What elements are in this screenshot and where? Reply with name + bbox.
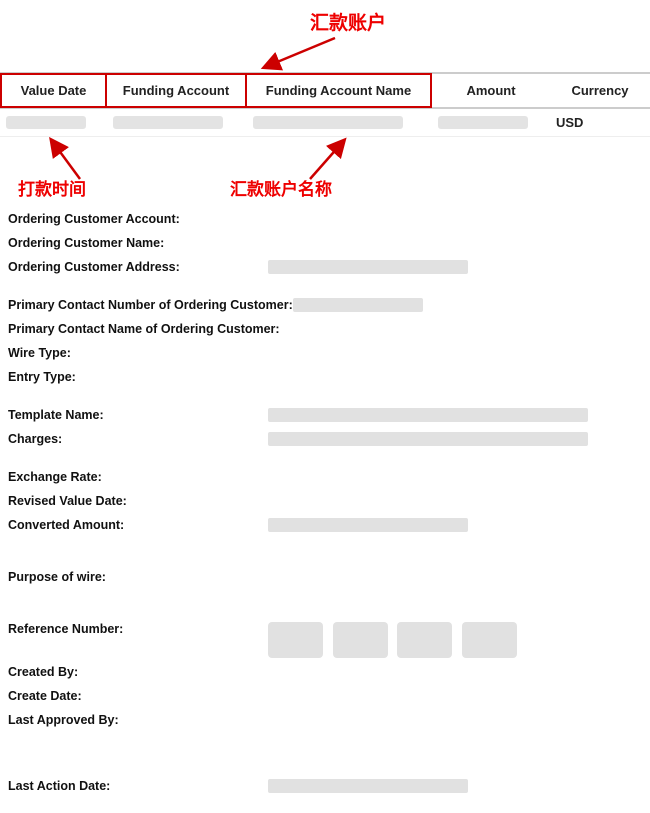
table-data-row: USD bbox=[0, 109, 650, 137]
field-wire-type: Wire Type: bbox=[8, 346, 642, 366]
field-created-by: Created By: bbox=[8, 665, 642, 685]
detail-section: Ordering Customer Account: Ordering Cust… bbox=[0, 202, 650, 813]
annotation-arrows-top bbox=[0, 0, 650, 72]
lower-annotation-left: 打款时间 bbox=[18, 175, 86, 200]
col-header-funding-account: Funding Account bbox=[107, 73, 247, 108]
field-primary-contact-number: Primary Contact Number of Ordering Custo… bbox=[8, 298, 642, 318]
col-header-value-date: Value Date bbox=[0, 73, 107, 108]
field-template-name: Template Name: bbox=[8, 408, 642, 428]
field-create-date: Create Date: bbox=[8, 689, 642, 709]
col-header-funding-account-name: Funding Account Name bbox=[247, 73, 432, 108]
field-exchange-rate: Exchange Rate: bbox=[8, 470, 642, 490]
cell-funding-account-name bbox=[247, 109, 432, 136]
col-header-currency: Currency bbox=[550, 73, 650, 108]
field-entry-type: Entry Type: bbox=[8, 370, 642, 390]
col-header-amount: Amount bbox=[432, 73, 550, 108]
field-reference-number: Reference Number: bbox=[8, 622, 642, 661]
field-charges: Charges: bbox=[8, 432, 642, 452]
field-last-approved-by: Last Approved By: bbox=[8, 713, 642, 733]
field-last-action-date: Last Action Date: bbox=[8, 779, 642, 799]
field-primary-contact-name: Primary Contact Name of Ordering Custome… bbox=[8, 322, 642, 342]
field-ordering-customer-account: Ordering Customer Account: bbox=[8, 212, 642, 232]
field-revised-value-date: Revised Value Date: bbox=[8, 494, 642, 514]
field-ordering-customer-name: Ordering Customer Name: bbox=[8, 236, 642, 256]
field-converted-amount: Converted Amount: bbox=[8, 518, 642, 538]
cell-currency: USD bbox=[550, 109, 650, 136]
cell-funding-account bbox=[107, 109, 247, 136]
field-purpose-of-wire: Purpose of wire: bbox=[8, 570, 642, 590]
lower-annotation-right: 汇款账户名称 bbox=[230, 175, 332, 200]
cell-value-date bbox=[0, 109, 107, 136]
field-ordering-customer-address: Ordering Customer Address: bbox=[8, 260, 642, 280]
table-header: Value Date Funding Account Funding Accou… bbox=[0, 72, 650, 109]
cell-amount bbox=[432, 109, 550, 136]
